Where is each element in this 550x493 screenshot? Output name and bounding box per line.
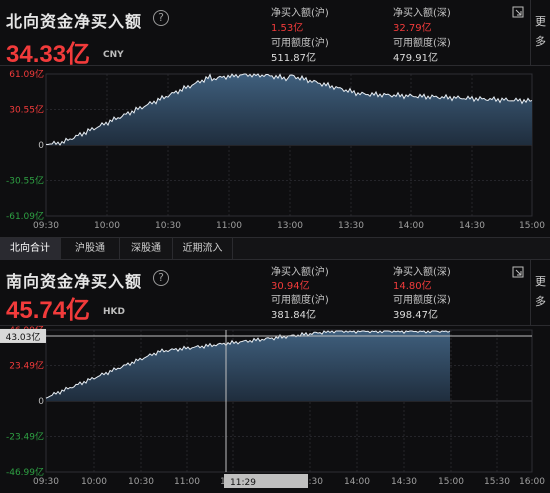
tab-shanghai-connect[interactable]: 沪股通 <box>61 238 120 260</box>
hu-quota-label: 可用额度(沪) <box>271 38 329 49</box>
hu-net-label: 净买入额(沪) <box>271 267 329 278</box>
currency-label: HKD <box>103 307 125 317</box>
southbound-panel: 南向资金净买入额 ? 45.74亿 HKD 净买入额(沪) 30.94亿 可用额… <box>0 260 550 493</box>
x-tick-label: 14:00 <box>398 221 424 231</box>
hu-quota-value: 511.87亿 <box>271 53 316 64</box>
help-icon[interactable]: ? <box>153 10 169 26</box>
x-tick-label: 10:30 <box>155 221 181 231</box>
y-tick-label: 0 <box>38 141 44 151</box>
northbound-tab-bar: 北向合计 沪股通 深股通 近期流入 <box>0 237 550 260</box>
northbound-net-value: 34.33亿 <box>6 41 91 68</box>
shen-quota-label: 可用额度(深) <box>393 38 451 49</box>
northbound-chart[interactable]: 61.09亿30.55亿0-30.55亿-61.09亿09:30 10:00 10:… <box>0 66 550 237</box>
x-tick-label: 10:00 <box>94 221 120 231</box>
currency-label: CNY <box>103 50 124 60</box>
more-button[interactable]: 更 多 <box>530 260 550 326</box>
help-icon[interactable]: ? <box>153 270 169 286</box>
southbound-header: 南向资金净买入额 ? 45.74亿 HKD 净买入额(沪) 30.94亿 可用额… <box>0 260 550 326</box>
y-tick-label: -30.55亿 <box>6 175 44 187</box>
x-tick-label: 09:30 <box>33 221 59 231</box>
shen-net-value: 32.79亿 <box>393 23 432 34</box>
shen-quota-value: 479.91亿 <box>393 53 438 64</box>
southbound-chart[interactable]: 46.99亿23.49亿0-23.49亿-46.99亿09:3010:0010:… <box>0 326 550 493</box>
hu-quota-value: 381.84亿 <box>271 310 316 321</box>
northbound-header: 北向资金净买入额 ? 34.33亿 CNY 净买入额(沪) 1.53亿 可用额度… <box>0 0 550 68</box>
shen-quota-value: 398.47亿 <box>393 310 438 321</box>
x-tick-label: 10:00 <box>81 477 107 487</box>
x-tick-label: 11:00 <box>216 221 242 231</box>
hu-net-label: 净买入额(沪) <box>271 8 329 19</box>
x-tick-label: 13:00 <box>277 221 303 231</box>
shen-net-label: 净买入额(深) <box>393 267 451 278</box>
x-tick-label: 14:30 <box>459 221 485 231</box>
x-tick-label: 14:00 <box>344 477 370 487</box>
x-tick-label: 14:30 <box>391 477 417 487</box>
shen-quota-label: 可用额度(深) <box>393 295 451 306</box>
hu-net-value: 1.53亿 <box>271 23 304 34</box>
tab-recent-inflow[interactable]: 近期流入 <box>173 238 233 260</box>
northbound-panel: 北向资金净买入额 ? 34.33亿 CNY 净买入额(沪) 1.53亿 可用额度… <box>0 0 550 237</box>
x-tick-label: 15:30 <box>484 477 510 487</box>
y-tick-label: 23.49亿 <box>9 360 44 372</box>
hu-quota-label: 可用额度(沪) <box>271 295 329 306</box>
x-tick-label: 15:00 <box>519 221 545 231</box>
expand-icon[interactable] <box>512 266 524 278</box>
northbound-title: 北向资金净买入额 <box>6 12 143 31</box>
y-tick-label: -23.49亿 <box>6 431 44 443</box>
x-tick-label: 13:30 <box>338 221 364 231</box>
x-tick-label: 16:00 <box>519 477 545 487</box>
crosshair-time: 11:29 <box>230 478 256 488</box>
y-tick-label: 61.09亿 <box>9 68 44 80</box>
more-button[interactable]: 更 多 <box>530 0 550 66</box>
expand-icon[interactable] <box>512 6 524 18</box>
shen-net-value: 14.80亿 <box>393 281 432 292</box>
y-tick-label: 0 <box>38 397 44 407</box>
y-tick-label: 30.55亿 <box>9 104 44 116</box>
x-tick-label: 10:30 <box>128 477 154 487</box>
southbound-title: 南向资金净买入额 <box>6 272 143 291</box>
tab-shenzhen-connect[interactable]: 深股通 <box>120 238 173 260</box>
x-tick-label: 09:30 <box>33 477 59 487</box>
shen-net-label: 净买入额(深) <box>393 8 451 19</box>
x-tick-label: 15:00 <box>438 477 464 487</box>
southbound-net-value: 45.74亿 <box>6 297 91 324</box>
x-tick-label: 11:00 <box>174 477 200 487</box>
hu-net-value: 30.94亿 <box>271 281 310 292</box>
crosshair-value: 43.03亿 <box>6 331 41 343</box>
tab-north-total[interactable]: 北向合计 <box>0 238 61 260</box>
